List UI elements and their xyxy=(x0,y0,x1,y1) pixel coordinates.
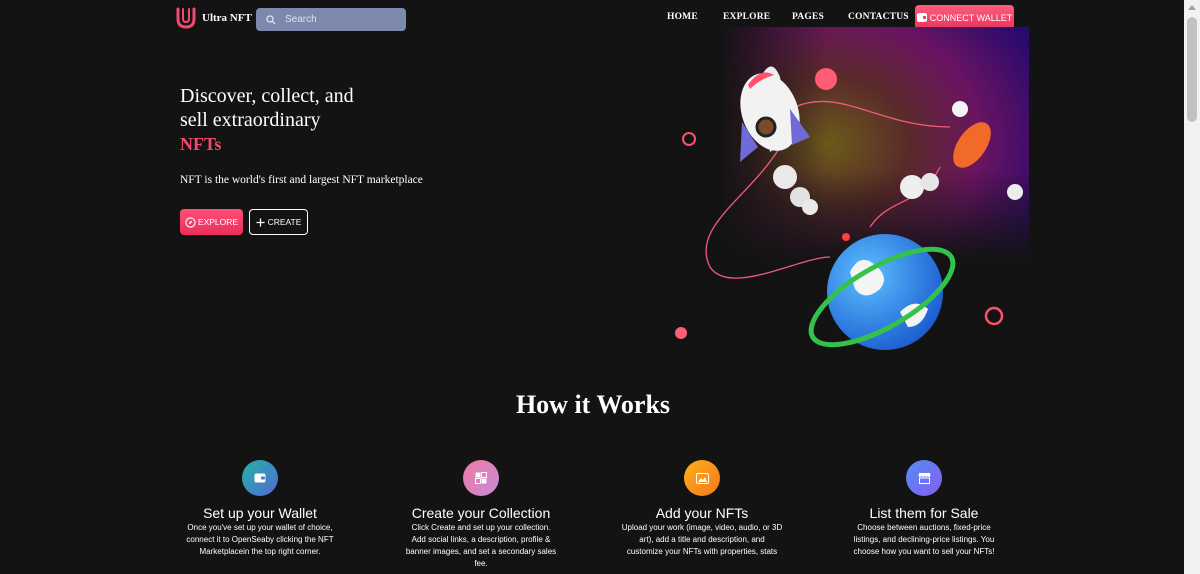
logo-text: Ultra NFT xyxy=(202,12,252,24)
search-box[interactable] xyxy=(256,8,406,31)
how-it-works-title: How it Works xyxy=(515,390,671,419)
step-description: Upload your work (image, video, audio, o… xyxy=(621,523,783,556)
create-button[interactable]: CREATE xyxy=(249,209,308,235)
page-scrollbar[interactable] xyxy=(1184,0,1200,574)
hero-title: Discover, collect, and sell extraordinar… xyxy=(180,84,354,156)
step-nfts: Add your NFTs Upload your work (image, v… xyxy=(602,460,802,558)
nav-pages[interactable]: PAGES xyxy=(792,12,824,22)
scroll-up-arrow-icon[interactable] xyxy=(1188,5,1196,10)
nav-contactus[interactable]: CONTACTUS xyxy=(848,12,909,22)
hero-title-accent: NFTs xyxy=(180,134,222,154)
nav-home[interactable]: HOME xyxy=(667,12,698,22)
explore-button[interactable]: EXPLORE xyxy=(180,209,243,235)
logo-icon xyxy=(176,7,196,29)
step-title: Set up your Wallet xyxy=(203,505,317,521)
step-title: List them for Sale xyxy=(869,505,979,521)
step-sale: List them for Sale Choose between auctio… xyxy=(824,460,1024,558)
step-description: Click Create and set up your collection.… xyxy=(405,523,557,568)
wallet-icon xyxy=(916,13,927,22)
hero-title-line1: Discover, collect, and xyxy=(180,85,354,107)
hero-subtitle: NFT is the world's first and largest NFT… xyxy=(180,174,423,186)
connect-wallet-label: CONNECT WALLET xyxy=(929,12,1013,23)
step-title: Create your Collection xyxy=(411,505,551,521)
step-description: Choose between auctions, fixed-price lis… xyxy=(853,523,995,556)
step-title: Add your NFTs xyxy=(655,505,749,521)
hero-illustration xyxy=(675,27,1029,350)
search-input[interactable] xyxy=(281,14,395,25)
scrollbar-thumb[interactable] xyxy=(1187,17,1197,122)
nav-explore[interactable]: EXPLORE xyxy=(723,12,770,22)
plus-icon xyxy=(256,217,265,227)
create-label: CREATE xyxy=(267,217,302,227)
explore-label: EXPLORE xyxy=(197,217,239,227)
hero-title-line2: sell extraordinary xyxy=(180,109,321,131)
wallet-step-icon xyxy=(242,460,278,496)
collection-icon xyxy=(463,460,499,496)
step-collection: Create your Collection Click Create and … xyxy=(381,460,581,570)
store-icon xyxy=(906,460,942,496)
compass-icon xyxy=(185,216,196,228)
step-wallet: Set up your Wallet Once you've set up yo… xyxy=(160,460,360,558)
image-icon xyxy=(684,460,720,496)
site-logo[interactable]: Ultra NFT xyxy=(174,6,252,30)
search-icon xyxy=(261,14,281,25)
step-description: Once you've set up your wallet of choice… xyxy=(186,523,334,556)
